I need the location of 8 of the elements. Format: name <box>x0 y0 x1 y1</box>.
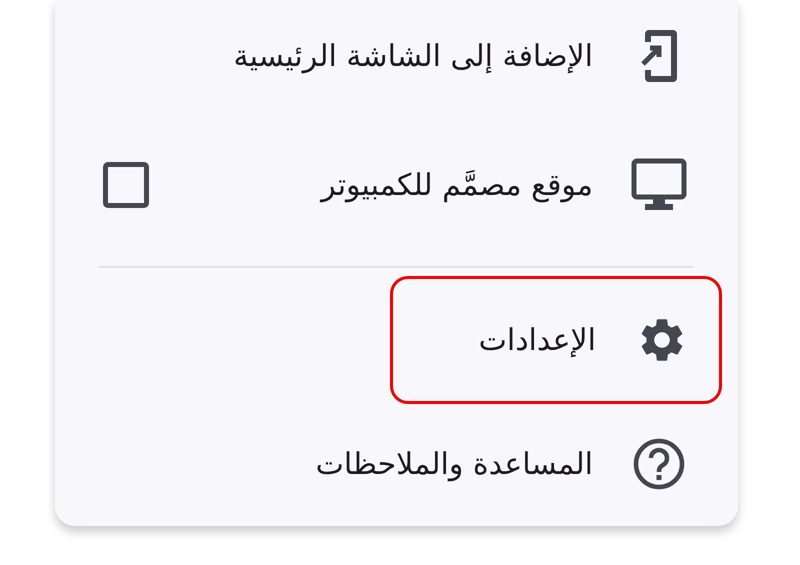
help-icon <box>633 438 685 490</box>
monitor-icon <box>631 158 687 212</box>
menu-item[interactable]: الإضافة إلى الشاشة الرئيسية <box>230 0 690 112</box>
checkbox[interactable] <box>103 162 149 208</box>
menu-item[interactable]: موقع مصمَّم للكمبيوتر <box>318 112 690 258</box>
menu-item[interactable]: المساعدة والملاحظات <box>312 404 690 524</box>
add-to-home-screen-icon <box>639 28 679 84</box>
menu-item[interactable]: الإعدادات <box>390 276 722 404</box>
